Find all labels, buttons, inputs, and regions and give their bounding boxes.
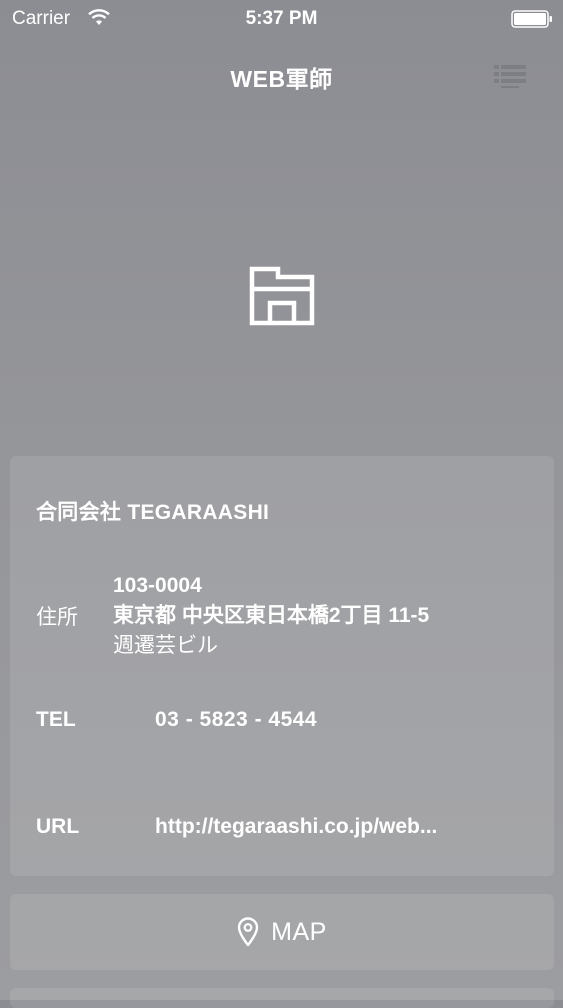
page-title: WEB軍師: [230, 66, 333, 92]
list-icon[interactable]: [492, 62, 528, 92]
next-card: [10, 988, 554, 1008]
status-bar: Carrier 5:37 PM: [0, 0, 563, 40]
company-name: 合同会社 TEGARAASHI: [36, 501, 270, 524]
tel-label: TEL: [36, 708, 76, 731]
status-time: 5:37 PM: [245, 8, 318, 29]
map-button-label: MAP: [271, 917, 327, 946]
address-value: 103-0004 東京都 中央区東日本橋2丁目 11-5 週遷芸ビル: [113, 571, 429, 661]
url-label: URL: [36, 815, 80, 838]
map-pin-icon: [237, 917, 259, 947]
postal-code: 103-0004: [113, 574, 202, 597]
address-building: 週遷芸ビル: [113, 634, 218, 657]
battery-icon: [511, 10, 552, 28]
company-info-card: 合同会社 TEGARAASHI 住所 103-0004 東京都 中央区東日本橋2…: [10, 456, 554, 876]
map-button[interactable]: MAP: [10, 894, 554, 970]
address-label: 住所: [36, 606, 78, 629]
address-street: 東京都 中央区東日本橋2丁目 11-5: [113, 604, 430, 627]
store-icon: [249, 266, 315, 326]
tel-value[interactable]: 03 - 5823 - 4544: [155, 708, 317, 732]
url-link[interactable]: http://tegaraashi.co.jp/web...: [155, 815, 515, 839]
